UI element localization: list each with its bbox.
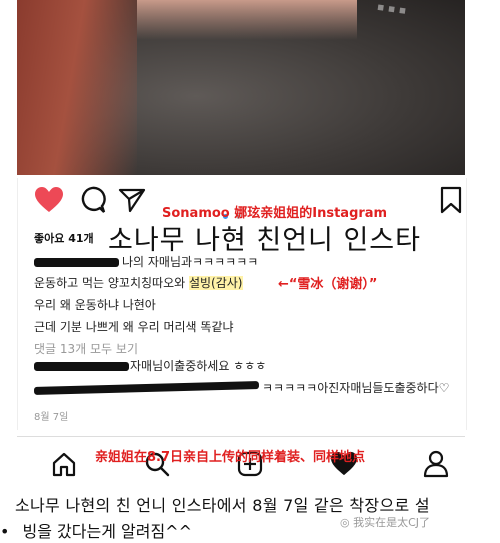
bullet: •: [0, 522, 10, 541]
comment-text: 운동하고 먹는 양꼬치칭따오와: [34, 276, 189, 290]
weibo-icon: ◎: [340, 516, 350, 529]
share-icon[interactable]: [118, 187, 146, 213]
comment-line: 우리 왜 운동하냐 나현아: [34, 298, 156, 312]
bookmark-icon[interactable]: [440, 186, 462, 214]
post-date: 8월 7일: [34, 412, 69, 423]
post-photo: ▪ ▪ ▪: [17, 0, 465, 175]
photo-background-sign: ▪ ▪ ▪: [376, 0, 408, 17]
photo-hair: [17, 0, 137, 175]
annotation-bottom: 亲姐姐在8.7日亲自上传的同样着装、同样地点: [95, 450, 366, 465]
photo-neck: [137, 0, 357, 40]
article-text: 빙을 갔다는게 알려짐^^: [22, 522, 192, 541]
comment-line: 나의 자매님과ㅋㅋㅋㅋㅋㅋ: [122, 255, 259, 269]
highlight-text: 설빙(감사): [188, 276, 243, 290]
comment-line: 근데 기분 나쁘게 왜 우리 머리색 똑같냐: [34, 320, 234, 334]
redacted-username: [33, 381, 260, 395]
comment-line: ㅋㅋㅋㅋㅋ아진자매님들도출중하다♡: [262, 381, 450, 395]
instagram-post: Sonamoo 娜玹亲姐姐的Instagram 좋아요 41개 소나무 나현 친…: [17, 178, 467, 430]
post-title: 소나무 나현 친언니 인스타: [108, 225, 421, 256]
likes-count[interactable]: 좋아요 41개: [34, 230, 94, 246]
redacted-username: [34, 258, 119, 267]
watermark-text: 我实在是太CJ了: [353, 516, 431, 529]
view-all-comments-link[interactable]: 댓글 13개 모두 보기: [34, 340, 138, 357]
redacted-username: [34, 362, 129, 371]
article-text-line: • 빙을 갔다는게 알려짐^^: [0, 518, 192, 542]
home-icon[interactable]: [51, 451, 77, 477]
comment-line: 운동하고 먹는 양꼬치칭따오와 설빙(감사): [34, 274, 243, 291]
annotation-note: ←“雪冰（谢谢）”: [278, 277, 378, 292]
article-text-line: 소나무 나현의 친 언니 인스타에서 8월 7일 같은 착장으로 설: [15, 496, 430, 515]
heart-icon[interactable]: [34, 186, 64, 214]
comment-icon[interactable]: [78, 186, 106, 214]
comment-line: 자매님이출중하세요 ㅎㅎㅎ: [130, 359, 267, 373]
watermark: ◎ 我实在是太CJ了: [340, 514, 430, 530]
profile-icon[interactable]: [423, 450, 449, 478]
